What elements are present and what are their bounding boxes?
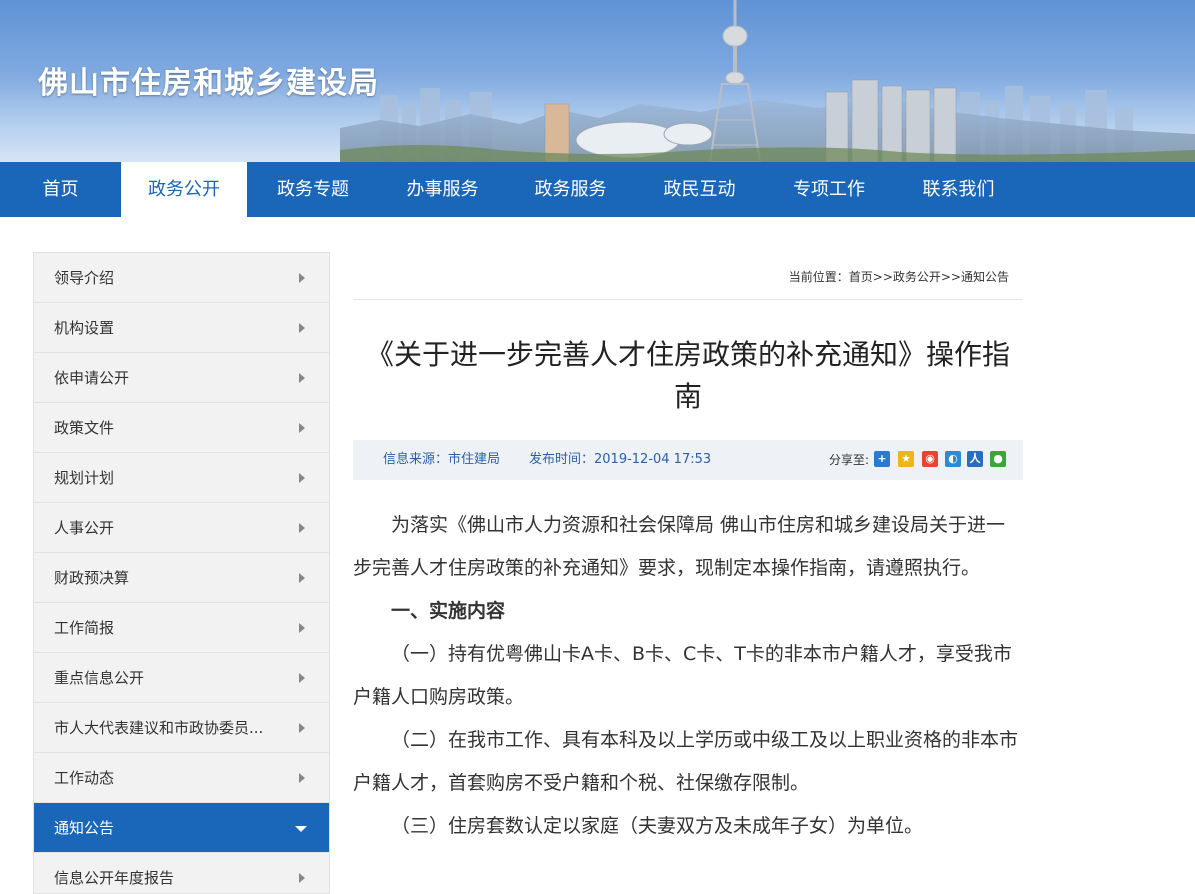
nav-item-contact-us[interactable]: 联系我们	[894, 162, 1023, 217]
share-label: 分享至:	[829, 453, 870, 467]
sidebar-item-label: 信息公开年度报告	[54, 869, 175, 887]
weibo-icon[interactable]: ◉	[922, 451, 938, 467]
sidebar-item-work-news[interactable]: 工作动态	[34, 753, 329, 803]
nav-item-government-topics[interactable]: 政务专题	[247, 162, 379, 217]
renren-icon[interactable]: 人	[967, 451, 983, 467]
header-banner: 佛山市住房和城乡建设局	[0, 0, 1195, 162]
sidebar-item-annual-report[interactable]: 信息公开年度报告	[34, 853, 329, 893]
nav-item-government-services[interactable]: 政务服务	[506, 162, 635, 217]
chevron-right-icon	[299, 573, 305, 583]
sidebar-item-label: 机构设置	[54, 319, 115, 337]
sidebar-item-planning[interactable]: 规划计划	[34, 453, 329, 503]
sidebar-item-label: 工作动态	[54, 769, 115, 787]
sidebar-item-key-info[interactable]: 重点信息公开	[34, 653, 329, 703]
sidebar-item-label: 通知公告	[54, 819, 115, 837]
qzone-icon[interactable]: ★	[898, 451, 914, 467]
article-section-heading: 一、实施内容	[391, 600, 506, 622]
article-title: 《关于进一步完善人才住房政策的补充通知》操作指南	[365, 338, 1010, 413]
chevron-right-icon	[299, 723, 305, 733]
chevron-down-icon	[295, 826, 307, 832]
sidebar-item-policy-documents[interactable]: 政策文件	[34, 403, 329, 453]
sidebar-item-organization[interactable]: 机构设置	[34, 303, 329, 353]
tencent-weibo-icon[interactable]: ◐	[945, 451, 961, 467]
sidebar-item-label: 规划计划	[54, 469, 115, 487]
sidebar-item-notices[interactable]: 通知公告	[34, 803, 329, 853]
chevron-right-icon	[299, 623, 305, 633]
sidebar-item-personnel[interactable]: 人事公开	[34, 503, 329, 553]
sidebar-item-npc-cppcc-proposals[interactable]: 市人大代表建议和市政协委员...	[34, 703, 329, 753]
article-paragraph: （三）住房套数认定以家庭（夫妻双方及未成年子女）为单位。	[391, 815, 924, 837]
nav-item-government-affairs-disclosure[interactable]: 政务公开	[121, 162, 247, 217]
sidebar-item-label: 人事公开	[54, 519, 115, 537]
nav-item-interaction[interactable]: 政民互动	[635, 162, 764, 217]
nav-item-special-work[interactable]: 专项工作	[764, 162, 894, 217]
nav-item-home[interactable]: 首页	[0, 162, 121, 217]
chevron-right-icon	[299, 523, 305, 533]
article-content: 为落实《佛山市人力资源和社会保障局 佛山市住房和城乡建设局关于进一步完善人才住房…	[353, 504, 1023, 848]
article-paragraph: 为落实《佛山市人力资源和社会保障局 佛山市住房和城乡建设局关于进一步完善人才住房…	[353, 514, 1006, 579]
article-meta-bar: 信息来源：市住建局 发布时间：2019-12-04 17:53 分享至: + ★…	[353, 440, 1023, 480]
plus-share-icon[interactable]: +	[874, 451, 890, 467]
chevron-right-icon	[299, 373, 305, 383]
chevron-right-icon	[299, 273, 305, 283]
sidebar: 领导介绍 机构设置 依申请公开 政策文件 规划计划 人事公开 财政预决算 工作简…	[33, 252, 330, 894]
chevron-right-icon	[299, 423, 305, 433]
sidebar-item-work-briefings[interactable]: 工作简报	[34, 603, 329, 653]
sidebar-item-leadership[interactable]: 领导介绍	[34, 253, 329, 303]
chevron-right-icon	[299, 323, 305, 333]
site-title: 佛山市住房和城乡建设局	[38, 66, 379, 101]
sidebar-item-label: 领导介绍	[54, 269, 115, 287]
sidebar-item-disclosure-on-request[interactable]: 依申请公开	[34, 353, 329, 403]
chevron-right-icon	[299, 473, 305, 483]
sidebar-item-budget[interactable]: 财政预决算	[34, 553, 329, 603]
chevron-right-icon	[299, 873, 305, 883]
article-paragraph: （二）在我市工作、具有本科及以上学历或中级工及以上职业资格的非本市户籍人才，首套…	[353, 729, 1019, 794]
sidebar-item-label: 工作简报	[54, 619, 115, 637]
main-nav: 首页 政务公开 政务专题 办事服务 政务服务 政民互动 专项工作 联系我们	[0, 162, 1195, 217]
article-source: 信息来源：市住建局	[383, 452, 501, 467]
sidebar-item-label: 依申请公开	[54, 369, 130, 387]
sidebar-item-label: 重点信息公开	[54, 669, 145, 687]
chevron-right-icon	[299, 673, 305, 683]
sidebar-item-label: 政策文件	[54, 419, 115, 437]
breadcrumb: 当前位置：首页>>政务公开>>通知公告	[353, 268, 1023, 300]
nav-item-services[interactable]: 办事服务	[379, 162, 506, 217]
chevron-right-icon	[299, 773, 305, 783]
article-publish-time: 发布时间：2019-12-04 17:53	[529, 452, 712, 467]
article-paragraph: （一）持有优粤佛山卡A卡、B卡、C卡、T卡的非本市户籍人才，享受我市户籍人口购房…	[353, 643, 1012, 708]
wechat-icon[interactable]: ●	[990, 451, 1006, 467]
sidebar-item-label: 财政预决算	[54, 569, 130, 587]
sidebar-item-label: 市人大代表建议和市政协委员...	[54, 719, 264, 737]
